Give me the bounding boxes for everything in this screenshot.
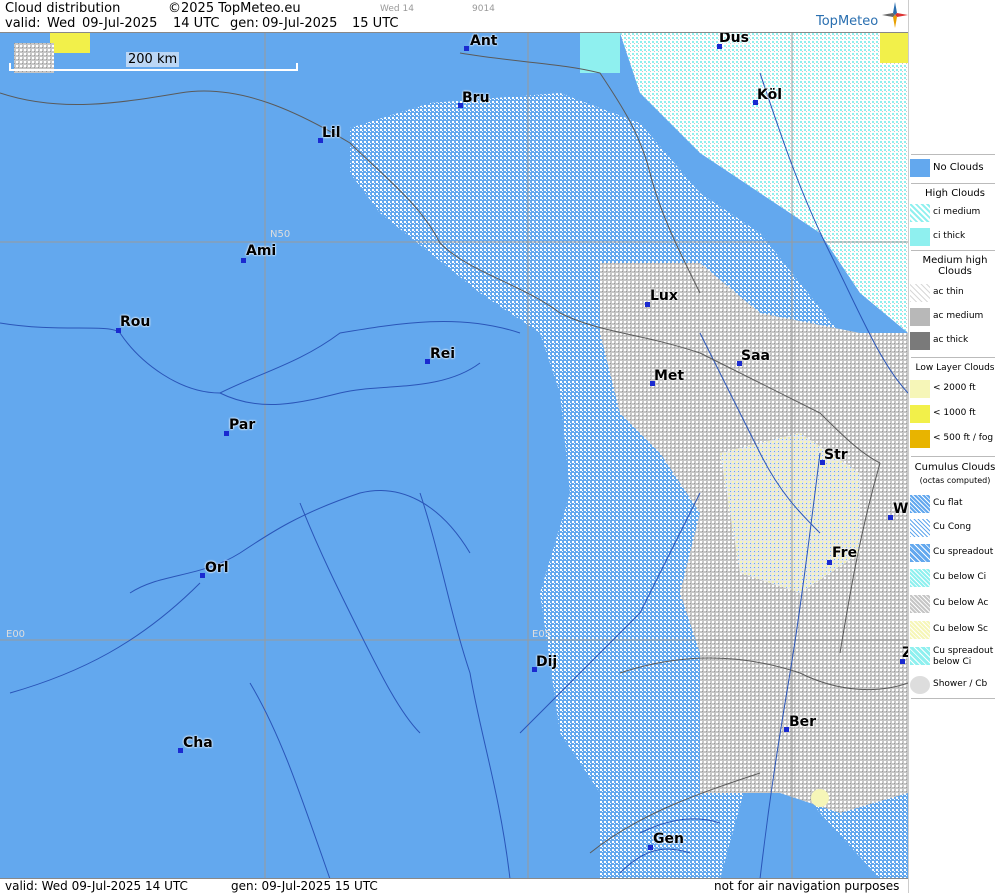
city-label-ant[interactable]: Ant — [470, 33, 498, 49]
city-marker — [464, 46, 469, 51]
legend-ac-thin: ac thin — [909, 283, 1000, 303]
legend-cu-flat: Cu flat — [909, 494, 1000, 514]
topmeteo-logo: TopMeteo — [816, 14, 879, 29]
legend-cu-below-sc: Cu below Sc — [909, 620, 1000, 640]
city-label-par[interactable]: Par — [229, 417, 255, 433]
legend-fog: < 500 ft / fog — [909, 429, 1000, 449]
map-title: Cloud distribution — [5, 1, 121, 16]
gen-label: gen: — [230, 16, 259, 31]
city-label-fre[interactable]: Fre — [832, 545, 857, 561]
map-footer: valid: Wed 09-Jul-2025 14 UTC gen: 09-Ju… — [0, 878, 908, 894]
legend-low-1000: < 1000 ft — [909, 404, 1000, 424]
legend-shower: Shower / Cb — [909, 675, 1000, 695]
scale-label: 200 km — [126, 52, 180, 67]
cu-below-ac-south-region — [700, 593, 908, 813]
legend-heading-cumulus: Cumulus Clouds — [914, 462, 996, 473]
legend-ac-medium: ac medium — [909, 307, 1000, 327]
legend-swatch — [910, 159, 930, 177]
city-label-kol[interactable]: Köl — [757, 87, 782, 103]
city-label-bru[interactable]: Bru — [462, 90, 490, 106]
legend-cu-below-ac: Cu below Ac — [909, 594, 1000, 614]
grid-label-n50: N50 — [270, 229, 291, 240]
city-label-saa[interactable]: Saa — [741, 348, 770, 364]
ci-patch — [580, 33, 620, 73]
city-label-rei[interactable]: Rei — [430, 346, 455, 362]
legend-panel: No Clouds High Clouds ci medium ci thick… — [908, 0, 1000, 893]
legend-cu-below-ci: Cu below Ci — [909, 568, 1000, 588]
legend-cumulus-sub: (octas computed) — [919, 476, 991, 485]
gen-date: 09-Jul-2025 — [262, 16, 338, 31]
city-label-ami[interactable]: Ami — [246, 243, 276, 259]
copyright: ©2025 TopMeteo.eu — [168, 1, 301, 16]
shower-cell — [811, 789, 829, 807]
tab-right-label: 9014 — [472, 4, 495, 14]
city-label-dij[interactable]: Dij — [536, 654, 557, 670]
cloud-patch-nw — [14, 43, 54, 73]
footer-gen: gen: 09-Jul-2025 15 UTC — [231, 879, 378, 893]
city-label-rou[interactable]: Rou — [120, 314, 150, 330]
low-cloud-patch-ne — [880, 33, 908, 63]
legend-ci-medium: ci medium — [909, 203, 1000, 223]
legend-heading-high: High Clouds — [925, 188, 985, 199]
valid-day: Wed — [47, 16, 76, 31]
gen-time: 15 UTC — [352, 16, 399, 31]
valid-label: valid: — [5, 16, 41, 31]
shower-icon — [910, 676, 930, 694]
city-label-met[interactable]: Met — [654, 368, 684, 384]
city-label-w[interactable]: W — [893, 501, 908, 517]
legend-heading-medium: Medium high Clouds — [922, 255, 988, 277]
compass-logo-icon — [882, 2, 908, 28]
legend-cu-cong: Cu Cong — [909, 518, 1000, 538]
legend-low-2000: < 2000 ft — [909, 379, 1000, 399]
grid-label-e00: E00 — [6, 629, 26, 640]
footer-valid: valid: Wed 09-Jul-2025 14 UTC — [5, 879, 188, 893]
legend-no-clouds: No Clouds — [909, 158, 1000, 178]
legend-ci-thick: ci thick — [909, 227, 1000, 247]
city-label-lil[interactable]: Lil — [322, 125, 341, 141]
tab-left-label: Wed 14 — [380, 4, 414, 14]
footer-disclaimer: not for air navigation purposes — [714, 879, 900, 893]
cloud-map[interactable]: 200 km N50 E00 E05 Ant Düs Köl Bru Lil A… — [0, 32, 908, 879]
valid-time: 14 UTC — [173, 16, 220, 31]
city-label-cha[interactable]: Cha — [183, 735, 213, 751]
city-label-str[interactable]: Str — [824, 447, 848, 463]
legend-heading-low: Low Layer Clouds — [915, 363, 995, 373]
map-header: Cloud distribution ©2025 TopMeteo.eu Wed… — [0, 0, 908, 32]
legend-cu-spreadout-below-ci: Cu spreadout below Ci — [909, 646, 1000, 672]
legend-cu-spreadout: Cu spreadout — [909, 543, 1000, 563]
city-label-dus[interactable]: Düs — [719, 33, 749, 46]
grid-label-e05: E05 — [532, 629, 552, 640]
city-label-lux[interactable]: Lux — [650, 288, 678, 304]
low-cloud-patch-nw — [50, 33, 90, 53]
city-label-gen[interactable]: Gen — [653, 831, 684, 847]
map-canvas — [0, 33, 908, 879]
valid-date: 09-Jul-2025 — [82, 16, 158, 31]
city-label-orl[interactable]: Orl — [205, 560, 229, 576]
city-label-ber[interactable]: Ber — [789, 714, 816, 730]
legend-ac-thick: ac thick — [909, 331, 1000, 351]
